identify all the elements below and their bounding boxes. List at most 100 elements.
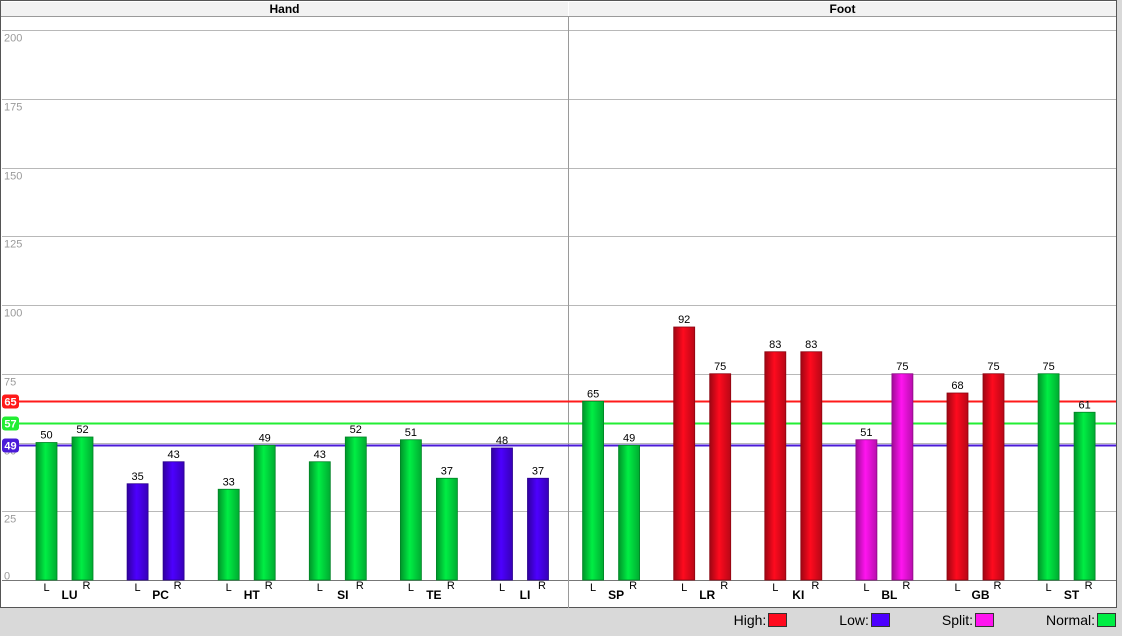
legend-label-split: Split: [941,612,973,628]
bar-value-label: 83 [769,339,781,351]
bar-side-label: L [681,582,687,594]
bar-side-label: R [1085,580,1093,592]
bar-value-label: 92 [678,314,690,326]
legend-item-split: Split: [942,612,994,628]
bar-li-l [491,447,513,581]
group-label-bl: BL [881,588,897,602]
bar-side-label: R [629,580,637,592]
bar-ht-l [217,488,240,581]
bar-bl-l [855,439,878,581]
bar-value-label: 52 [350,424,362,436]
legend-label-high: High: [733,612,767,628]
legend-item-high: High: [734,612,788,628]
bar-side-label: L [43,582,49,594]
y-tick-label: 125 [4,239,22,251]
reference-badge-label: 65 [4,397,16,409]
bar-st-l [1037,373,1060,581]
bar-sp-r [618,444,640,581]
bar-ki-l [764,351,787,581]
bar-value-label: 75 [987,361,999,373]
bar-side-label: L [226,582,232,594]
bar-side-label: R [356,580,364,592]
bar-side-label: R [174,580,182,592]
reference-badge-label: 49 [4,441,16,453]
bar-side-label: L [1046,582,1052,594]
bar-side-label: R [447,580,455,592]
bar-value-label: 83 [805,339,817,351]
bar-lu-r [71,436,94,581]
bar-gb-l [946,392,969,581]
legend: High: Low: Split: Normal: [734,610,1116,630]
bar-side-label: R [994,580,1002,592]
bar-si-l [308,461,331,581]
bar-sp-l [582,400,604,581]
y-tick-label: 100 [4,308,22,320]
group-label-lr: LR [699,588,715,602]
bar-ht-r [253,444,276,581]
reference-badge-label: 57 [4,419,16,431]
y-tick-label: 25 [4,514,16,526]
bar-side-label: L [408,582,414,594]
bar-value-label: 43 [167,449,179,461]
bar-value-label: 43 [314,449,326,461]
bar-si-r [344,436,367,581]
legend-swatch-low [870,613,890,627]
group-label-ht: HT [244,588,261,602]
group-label-lu: LU [62,588,78,602]
bar-value-label: 49 [623,432,635,444]
legend-label-low: Low: [839,612,869,628]
bar-side-label: L [317,582,323,594]
bar-side-label: L [135,582,141,594]
group-label-li: LI [520,588,531,602]
bar-side-label: L [590,582,596,594]
bar-side-label: L [499,582,505,594]
bar-lu-l [35,442,58,581]
bar-value-label: 51 [860,427,872,439]
legend-label-normal: Normal: [1045,612,1095,628]
bar-value-label: 50 [40,430,52,442]
group-label-ki: KI [792,588,804,602]
bar-side-label: R [720,580,728,592]
bar-value-label: 65 [587,388,599,400]
bar-pc-r [162,461,185,581]
bar-lr-r [709,373,732,581]
bar-value-label: 75 [714,361,726,373]
y-tick-label: 150 [4,171,22,183]
bar-value-label: 52 [76,424,88,436]
bar-value-label: 49 [259,432,271,444]
bar-side-label: L [772,582,778,594]
bar-value-label: 75 [896,361,908,373]
bar-ki-r [800,351,823,581]
bar-pc-l [126,483,149,581]
bar-value-label: 33 [223,476,235,488]
legend-item-low: Low: [839,612,890,628]
bar-st-r [1073,411,1096,581]
y-tick-label: 200 [4,33,22,45]
bar-te-r [435,477,458,581]
bar-value-label: 37 [441,465,453,477]
bar-te-l [399,439,422,581]
bar-side-label: R [83,580,91,592]
bar-value-label: 51 [405,427,417,439]
bar-value-label: 35 [131,471,143,483]
group-label-sp: SP [608,588,624,602]
bar-value-label: 68 [951,380,963,392]
bar-side-label: R [538,580,546,592]
bar-side-label: L [954,582,960,594]
bar-value-label: 61 [1078,399,1090,411]
bar-li-r [527,477,549,581]
bar-gb-r [982,373,1005,581]
y-tick-label: 175 [4,102,22,114]
group-label-pc: PC [152,588,169,602]
bar-value-label: 75 [1042,361,1054,373]
bar-side-label: L [863,582,869,594]
y-tick-label: 75 [4,377,16,389]
chart-frame: Hand Foot 0255075100125150175200 50L52RL… [0,0,1117,608]
legend-swatch-split [974,613,994,627]
bar-bl-r [891,373,914,581]
bar-side-label: R [265,580,273,592]
legend-item-normal: Normal: [1046,612,1116,628]
legend-swatch-high [768,613,788,627]
group-label-si: SI [337,588,348,602]
group-label-gb: GB [972,588,990,602]
